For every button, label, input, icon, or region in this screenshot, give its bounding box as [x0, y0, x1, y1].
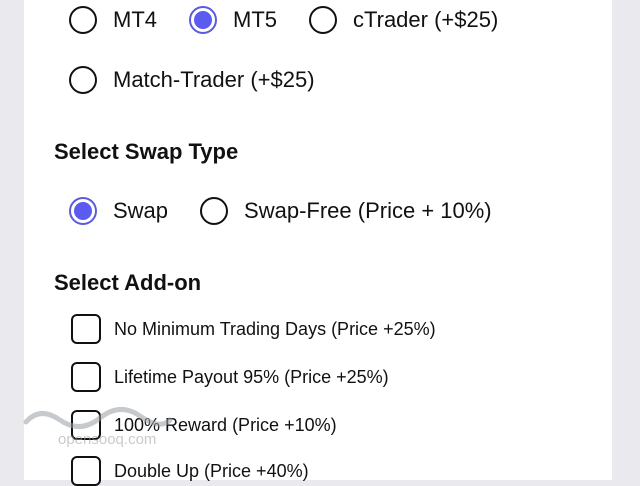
radio-label-mt5: MT5: [233, 7, 277, 32]
checkbox-label-lifetime-payout: Lifetime Payout 95% (Price +25%): [114, 366, 389, 387]
swap-row: Swap Swap-Free (Price + 10%): [69, 197, 524, 225]
swap-section-title: Select Swap Type: [54, 139, 239, 164]
platform-row-1: MT4 MT5 cTrader (+$25): [69, 6, 530, 34]
checkbox-lifetime-payout[interactable]: [71, 362, 101, 392]
radio-label-swap-free: Swap-Free (Price + 10%): [244, 198, 492, 223]
addon-section-title: Select Add-on: [54, 270, 202, 295]
addon-no-min-days: No Minimum Trading Days (Price +25%): [71, 314, 436, 344]
radio-dot: [194, 11, 212, 29]
platform-row-2: Match-Trader (+$25): [69, 66, 347, 94]
addon-double-up: Double Up (Price +40%): [71, 456, 309, 486]
addon-reward: 100% Reward (Price +10%): [71, 410, 337, 440]
radio-dot: [74, 202, 92, 220]
checkbox-double-up[interactable]: [71, 456, 101, 486]
checkbox-reward[interactable]: [71, 410, 101, 440]
checkbox-label-reward: 100% Reward (Price +10%): [114, 414, 337, 435]
radio-label-swap: Swap: [113, 198, 169, 223]
radio-swap-free[interactable]: [200, 197, 229, 225]
checkbox-label-no-min-days: No Minimum Trading Days (Price +25%): [114, 318, 436, 339]
checkbox-no-min-days[interactable]: [71, 314, 101, 344]
radio-label-ctrader: cTrader (+$25): [353, 7, 499, 32]
radio-label-match-trader: Match-Trader (+$25): [113, 67, 315, 92]
radio-mt4[interactable]: [69, 6, 97, 34]
addon-lifetime-payout: Lifetime Payout 95% (Price +25%): [71, 362, 389, 392]
checkbox-label-double-up: Double Up (Price +40%): [114, 460, 309, 481]
radio-swap[interactable]: [69, 197, 97, 225]
radio-ctrader[interactable]: [309, 6, 337, 34]
radio-mt5[interactable]: [189, 6, 217, 34]
radio-match-trader[interactable]: [69, 66, 97, 94]
radio-label-mt4: MT4: [113, 7, 157, 32]
